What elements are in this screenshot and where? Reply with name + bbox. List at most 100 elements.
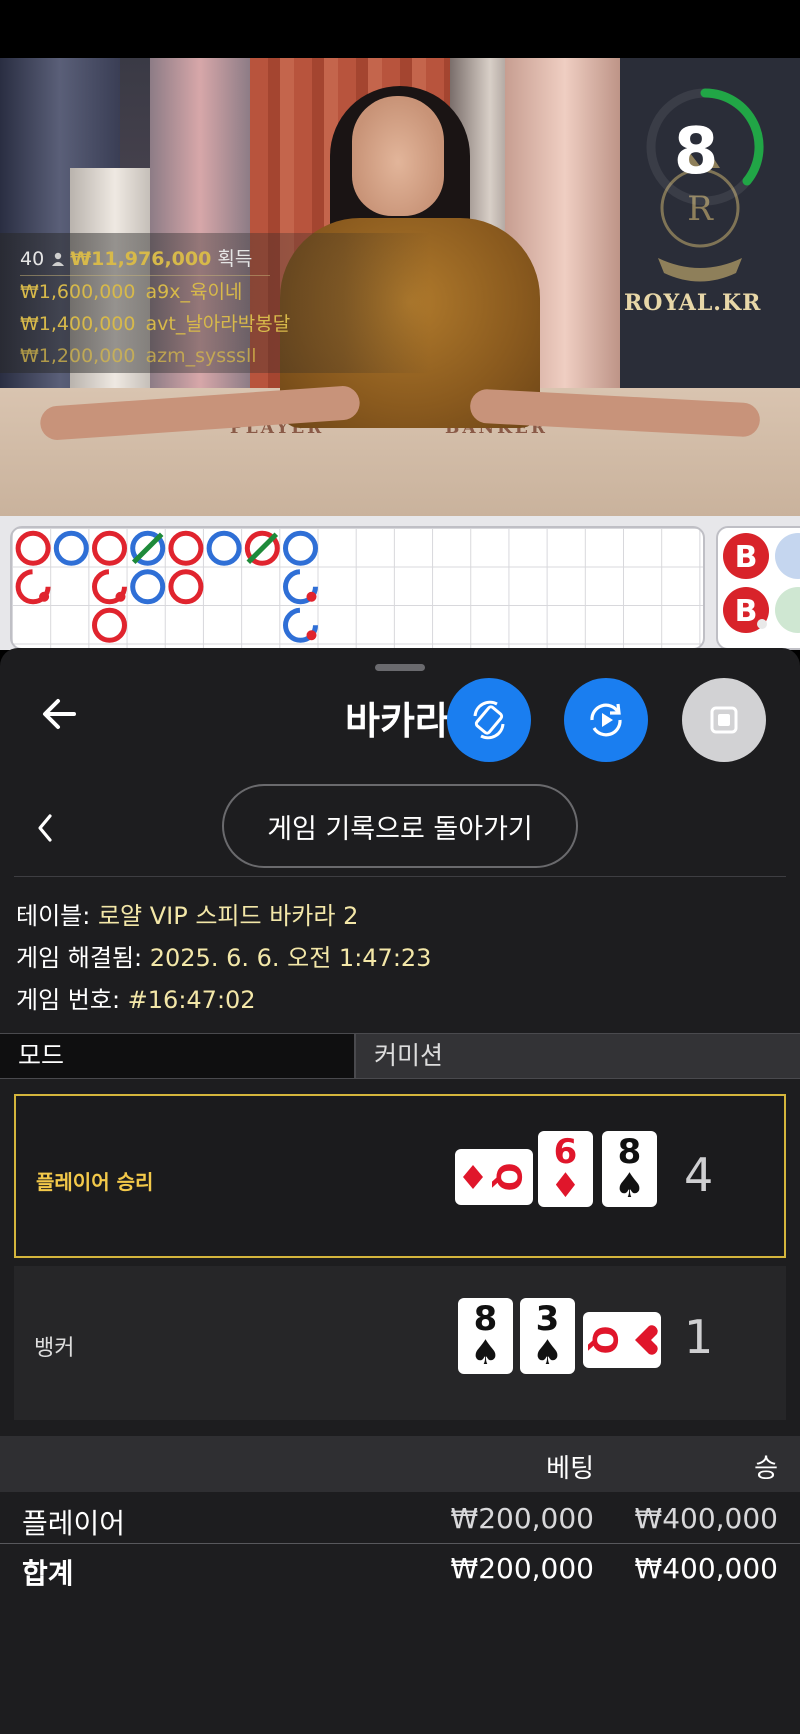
resolved-label: 게임 해결됨: — [16, 944, 150, 972]
player-marker — [130, 569, 166, 605]
bead-pair-dot — [757, 619, 767, 629]
total-row: 합계 ₩200,000 ₩400,000 — [0, 1546, 800, 1594]
countdown-number: 8 — [673, 115, 719, 189]
total-bet: ₩200,000 — [450, 1552, 594, 1585]
winner-count: 40 — [20, 248, 45, 270]
resolved-value: 2025. 6. 6. 오전 1:47:23 — [149, 944, 432, 972]
win-column-header: 승 — [754, 1454, 778, 1484]
player-score: 4 — [684, 1148, 714, 1202]
person-icon — [52, 252, 65, 266]
bead-tie — [775, 587, 800, 633]
card-queen-diamonds-rotated: Q — [463, 1163, 528, 1192]
winner-name: a9x_육이네 — [145, 281, 243, 303]
win-amount: ₩400,000 — [634, 1502, 778, 1535]
back-arrow-icon[interactable] — [38, 692, 82, 736]
chevron-left-icon[interactable] — [30, 808, 60, 848]
game-number-value: #16:47:02 — [127, 986, 256, 1014]
resolved-info: 게임 해결됨: 2025. 6. 6. 오전 1:47:23 — [16, 938, 431, 973]
bead-label: B — [735, 540, 758, 575]
back-to-history-button[interactable]: 게임 기록으로 돌아가기 — [222, 784, 578, 868]
banker-marker — [92, 607, 127, 643]
card-rank: 3 — [535, 1299, 560, 1339]
sheet-title: 바카라 — [345, 699, 450, 743]
winners-total-amount: ₩11,976,000 — [70, 248, 212, 270]
bead-label: B — [735, 594, 758, 629]
total-win: ₩400,000 — [634, 1552, 778, 1585]
big-road-markers — [15, 530, 318, 643]
svg-text:Q: Q — [584, 1326, 624, 1355]
card-suit: ♠ — [532, 1333, 563, 1373]
svg-text:Q: Q — [488, 1163, 528, 1192]
replay-button[interactable] — [564, 678, 648, 762]
card-suit: ♦ — [550, 1166, 581, 1206]
card-rank: 6 — [553, 1132, 578, 1172]
stop-icon — [710, 706, 738, 734]
bet-column-header: 베팅 — [546, 1454, 594, 1484]
bet-name: 플레이어 — [22, 1507, 126, 1540]
sheet-drag-handle[interactable] — [375, 664, 425, 671]
playing-card: Q — [583, 1312, 661, 1368]
player-marker — [283, 530, 318, 566]
player-result-row: 플레이어 승리 Q 6 ♦ 8 ♠ 4 — [14, 1094, 786, 1258]
card-suit: ♠ — [614, 1166, 645, 1206]
bead-road-markers: B B — [723, 533, 800, 633]
live-video: PLAYER BANKER R ROYAL.KR 8 40 ₩11,976,00… — [0, 58, 800, 516]
winner-row: ₩1,200,000 azm_sysssll — [20, 340, 430, 372]
playing-card: 8 ♠ — [458, 1298, 513, 1374]
table-info: 테이블: 로얄 VIP 스피드 바카라 2 — [16, 896, 358, 931]
winner-row: ₩1,600,000 a9x_육이네 — [20, 276, 430, 308]
total-label: 합계 — [22, 1557, 74, 1590]
playing-card: Q — [455, 1149, 533, 1205]
card-suit: ♠ — [470, 1333, 501, 1373]
banker-label: 뱅커 — [34, 1336, 75, 1361]
card-rank: 8 — [617, 1132, 642, 1172]
playing-card: 6 ♦ — [538, 1131, 593, 1207]
playing-card: 3 ♠ — [520, 1298, 575, 1374]
winner-name: azm_sysssll — [145, 345, 257, 367]
winners-suffix: 획득 — [217, 248, 253, 270]
mode-label: 모드 — [0, 1034, 356, 1078]
player-marker — [206, 530, 242, 566]
mode-bar: 모드 커미션 — [0, 1033, 800, 1079]
table-row: 플레이어 ₩200,000 ₩400,000 — [0, 1496, 800, 1544]
scoreboard-strip: B B — [0, 516, 800, 1146]
rotate-button[interactable] — [447, 678, 531, 762]
game-number-label: 게임 번호: — [16, 986, 128, 1014]
bead-road[interactable]: B B — [716, 526, 800, 650]
game-number-info: 게임 번호: #16:47:02 — [16, 980, 256, 1015]
banker-marker — [15, 530, 51, 566]
commission-label: 커미션 — [356, 1034, 800, 1078]
bets-table-header: 베팅 승 — [0, 1436, 800, 1492]
table-label: 테이블: — [16, 902, 98, 930]
card-queen-hearts-rotated: Q — [584, 1325, 658, 1355]
table-value: 로얄 VIP 스피드 바카라 2 — [97, 902, 359, 930]
winner-amount: ₩1,400,000 — [20, 313, 136, 335]
replay-icon — [590, 703, 622, 737]
winner-row: ₩1,400,000 avt_날아라박봉달 — [20, 308, 430, 340]
pair-dot — [306, 591, 317, 602]
banker-marker — [168, 569, 204, 605]
winner-name: avt_날아라박봉달 — [145, 313, 291, 335]
player-result-label: 플레이어 승리 — [36, 1170, 154, 1194]
player-marker — [53, 530, 89, 566]
banker-score: 1 — [684, 1310, 714, 1364]
stop-button[interactable] — [682, 678, 766, 762]
bead-player — [775, 533, 800, 579]
banker-result-row: 뱅커 8 ♠ 3 ♠ Q 1 — [14, 1266, 786, 1420]
banker-marker — [168, 530, 204, 566]
dealer-face — [352, 96, 444, 216]
bet-amount: ₩200,000 — [450, 1502, 594, 1535]
rotate-screen-icon — [473, 700, 505, 740]
playing-card: 8 ♠ — [602, 1131, 657, 1207]
royal-logo-text: ROYAL.KR — [624, 290, 762, 316]
card-rank: 8 — [473, 1299, 498, 1339]
winner-amount: ₩1,600,000 — [20, 281, 136, 303]
pair-dot — [115, 591, 126, 602]
pair-dot — [39, 591, 50, 602]
banker-marker — [92, 530, 127, 566]
winners-header: 40 ₩11,976,000 획득 — [20, 243, 270, 276]
big-road[interactable] — [10, 526, 705, 650]
pair-dot — [306, 630, 317, 641]
winner-amount: ₩1,200,000 — [20, 345, 136, 367]
game-history-sheet: 바카라 게임 기록으로 돌아가기 테이블: 로얄 VIP 스피드 바카라 2 게… — [0, 648, 800, 1734]
